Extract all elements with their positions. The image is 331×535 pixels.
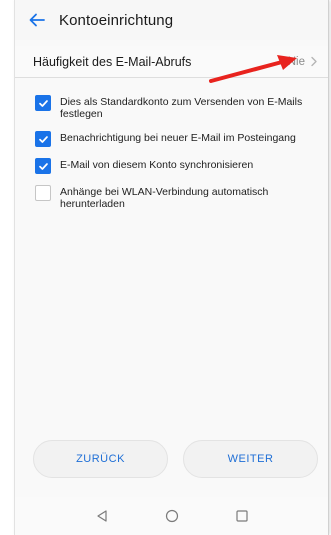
option-label: E-Mail von diesem Konto synchronisieren xyxy=(60,159,254,171)
checkbox-checked[interactable] xyxy=(35,95,51,111)
square-recents-icon[interactable] xyxy=(232,506,252,526)
phone-screen: Kontoeinrichtung Häufigkeit des E-Mail-A… xyxy=(14,0,329,535)
checkmark-icon xyxy=(38,99,48,107)
option-sync-account[interactable]: E-Mail von diesem Konto synchronisieren xyxy=(15,157,328,174)
triangle-back-icon[interactable] xyxy=(92,506,112,526)
option-label: Dies als Standardkonto zum Versenden von… xyxy=(60,96,303,120)
option-label: Benachrichtigung bei neuer E-Mail im Pos… xyxy=(60,132,296,144)
chevron-right-icon xyxy=(311,56,317,67)
options-list: Dies als Standardkonto zum Versenden von… xyxy=(15,94,328,220)
sync-frequency-value: Nie xyxy=(287,55,305,68)
checkbox-checked[interactable] xyxy=(35,158,51,174)
option-new-mail-notification[interactable]: Benachrichtigung bei neuer E-Mail im Pos… xyxy=(15,130,328,147)
action-buttons: ZURÜCK WEITER xyxy=(15,440,328,478)
checkmark-icon xyxy=(38,162,48,170)
checkmark-icon xyxy=(38,135,48,143)
sync-frequency-label: Häufigkeit des E-Mail-Abrufs xyxy=(33,54,192,69)
checkbox-unchecked[interactable] xyxy=(35,185,51,201)
back-arrow-icon[interactable] xyxy=(15,0,59,40)
option-default-account[interactable]: Dies als Standardkonto zum Versenden von… xyxy=(15,94,328,120)
back-button[interactable]: ZURÜCK xyxy=(33,440,168,478)
checkbox-checked[interactable] xyxy=(35,131,51,147)
next-button[interactable]: WEITER xyxy=(183,440,318,478)
app-bar: Kontoeinrichtung xyxy=(15,0,328,40)
system-nav-bar xyxy=(15,497,328,535)
option-label: Anhänge bei WLAN-Verbindung automatisch … xyxy=(60,186,269,210)
page-title: Kontoeinrichtung xyxy=(59,11,174,29)
sync-frequency-row[interactable]: Häufigkeit des E-Mail-Abrufs Nie xyxy=(15,46,328,78)
sync-frequency-value-group: Nie xyxy=(288,56,318,68)
circle-home-icon[interactable] xyxy=(162,506,182,526)
option-wifi-attachments[interactable]: Anhänge bei WLAN-Verbindung automatisch … xyxy=(15,184,328,210)
